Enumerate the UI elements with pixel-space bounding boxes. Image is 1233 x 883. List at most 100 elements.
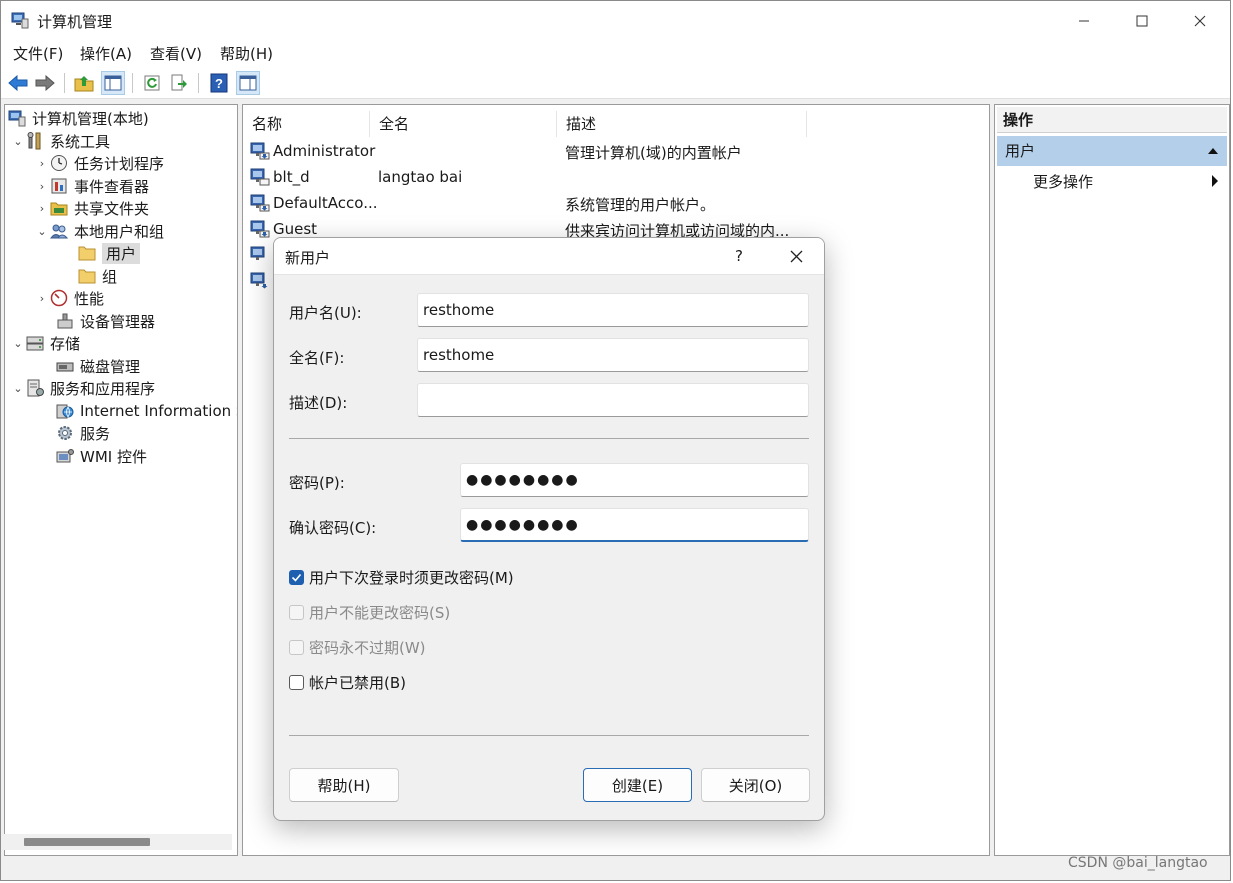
column-header-name[interactable]: 名称 [243, 111, 370, 137]
column-header-fullname[interactable]: 全名 [370, 111, 557, 137]
users-group-icon [49, 222, 69, 240]
checkbox-label: 用户不能更改密码(S) [309, 603, 451, 622]
column-header-description[interactable]: 描述 [557, 111, 807, 137]
must-change-password-checkbox[interactable]: 用户下次登录时须更改密码(M) [289, 566, 514, 588]
export-list-button[interactable] [167, 71, 191, 95]
tree-node-performance[interactable]: › 性能 [35, 287, 104, 309]
tree-node-services-apps[interactable]: ⌄ 服务和应用程序 [11, 377, 155, 399]
list-item[interactable]: Administrator 管理计算机(域)的内置帐户 [243, 138, 989, 164]
tree-node-users[interactable]: 用户 [77, 242, 141, 264]
tree-node-storage[interactable]: ⌄ 存储 [11, 332, 80, 354]
chevron-right-icon[interactable]: › [35, 292, 49, 305]
fullname-label: 全名(F): [289, 349, 345, 367]
help-dialog-button[interactable]: 帮助(H) [289, 768, 399, 802]
menu-view[interactable]: 查看(V) [150, 43, 202, 64]
chevron-right-icon[interactable]: › [35, 180, 49, 193]
tree-node-root[interactable]: 计算机管理(本地) [7, 107, 149, 129]
tree-node-groups[interactable]: 组 [77, 265, 117, 287]
more-actions-item[interactable]: 更多操作 [1033, 169, 1093, 195]
tree-label: 共享文件夹 [74, 199, 150, 218]
menu-bar: 文件(F) 操作(A) 查看(V) 帮助(H) [1, 39, 1230, 67]
user-name: Administrator [273, 142, 376, 160]
minimize-button[interactable] [1055, 2, 1113, 40]
tree-label: 设备管理器 [80, 312, 156, 331]
toolbar: ? [1, 67, 1230, 99]
tree-node-system-tools[interactable]: ⌄ 系统工具 [11, 130, 110, 152]
checkbox-checked-icon[interactable] [289, 569, 304, 585]
confirm-password-input[interactable] [460, 508, 809, 542]
password-input[interactable] [460, 463, 809, 497]
list-item[interactable]: blt_d langtao bai [243, 164, 989, 190]
up-one-level-button[interactable] [72, 71, 96, 95]
list-item[interactable]: DefaultAcco... 系统管理的用户帐户。 [243, 190, 989, 216]
maximize-button[interactable] [1113, 2, 1171, 40]
chevron-down-icon[interactable]: ⌄ [11, 337, 25, 350]
wmi-control-icon [55, 447, 75, 465]
dialog-title-bar: 新用户 ? [274, 238, 824, 275]
confirm-password-label: 确认密码(C): [289, 519, 377, 537]
close-dialog-button[interactable]: 关闭(O) [701, 768, 810, 802]
forward-button[interactable] [33, 71, 57, 95]
chevron-right-icon[interactable]: › [35, 202, 49, 215]
checkbox-icon[interactable] [289, 674, 304, 690]
user-icon [250, 246, 270, 264]
window-title: 计算机管理 [37, 13, 113, 31]
user-icon [250, 272, 270, 290]
show-hide-action-pane-button[interactable] [236, 71, 260, 95]
help-button[interactable]: ? [207, 71, 231, 95]
username-input[interactable] [417, 293, 809, 327]
dialog-close-button[interactable] [776, 238, 816, 274]
password-never-expires-checkbox[interactable]: 密码永不过期(W) [289, 636, 426, 658]
tree-label: 性能 [74, 289, 105, 308]
scrollbar-thumb[interactable] [24, 838, 150, 846]
tree-node-event-viewer[interactable]: › 事件查看器 [35, 175, 149, 197]
maximize-icon [1136, 15, 1148, 27]
user-name: Guest [273, 220, 318, 238]
tree-label: 磁盘管理 [80, 357, 141, 376]
back-arrow-icon [8, 75, 28, 91]
user-name: blt_d [273, 168, 310, 186]
actions-section-users[interactable]: 用户 [997, 136, 1227, 166]
tree-node-local-users-groups[interactable]: ⌄ 本地用户和组 [35, 220, 164, 242]
tree-node-device-manager[interactable]: 设备管理器 [55, 310, 155, 332]
folder-icon [77, 267, 97, 285]
tree-node-disk-management[interactable]: 磁盘管理 [55, 355, 140, 377]
tree-label: 任务计划程序 [74, 154, 165, 173]
close-window-button[interactable] [1171, 2, 1229, 40]
tree-node-task-scheduler[interactable]: › 任务计划程序 [35, 152, 164, 174]
checkbox-icon[interactable] [289, 604, 304, 620]
device-manager-icon [55, 312, 75, 330]
tree-node-iis[interactable]: Internet Information Se [55, 400, 237, 422]
back-button[interactable] [6, 71, 30, 95]
export-list-icon [171, 74, 187, 91]
fullname-input[interactable] [417, 338, 809, 372]
show-hide-console-tree-button[interactable] [101, 71, 125, 95]
menu-action[interactable]: 操作(A) [80, 43, 132, 64]
collapse-triangle-icon[interactable] [1207, 136, 1219, 176]
tree-node-shared-folders[interactable]: › 共享文件夹 [35, 197, 149, 219]
tree-horizontal-scrollbar[interactable] [4, 834, 232, 850]
checkbox-icon[interactable] [289, 639, 304, 655]
event-viewer-icon [49, 177, 69, 195]
tree-node-wmi[interactable]: WMI 控件 [55, 445, 147, 467]
tree-label: 服务和应用程序 [50, 379, 156, 398]
refresh-button[interactable] [140, 71, 164, 95]
menu-help[interactable]: 帮助(H) [220, 43, 273, 64]
chevron-down-icon[interactable]: ⌄ [11, 382, 25, 395]
submenu-arrow-icon [1210, 173, 1220, 193]
storage-icon [25, 334, 45, 352]
create-button[interactable]: 创建(E) [583, 768, 692, 802]
checkbox-label: 密码永不过期(W) [309, 638, 426, 657]
menu-file[interactable]: 文件(F) [13, 43, 63, 64]
dialog-help-button[interactable]: ? [722, 238, 756, 274]
title-bar: 计算机管理 [1, 1, 1230, 39]
description-input[interactable] [417, 383, 809, 417]
chevron-down-icon[interactable]: ⌄ [11, 135, 25, 148]
close-icon [790, 250, 802, 262]
chevron-down-icon[interactable]: ⌄ [35, 225, 49, 238]
tree-node-services[interactable]: 服务 [55, 422, 110, 444]
user-icon [250, 168, 270, 186]
cannot-change-password-checkbox[interactable]: 用户不能更改密码(S) [289, 601, 450, 623]
account-disabled-checkbox[interactable]: 帐户已禁用(B) [289, 671, 406, 693]
chevron-right-icon[interactable]: › [35, 157, 49, 170]
